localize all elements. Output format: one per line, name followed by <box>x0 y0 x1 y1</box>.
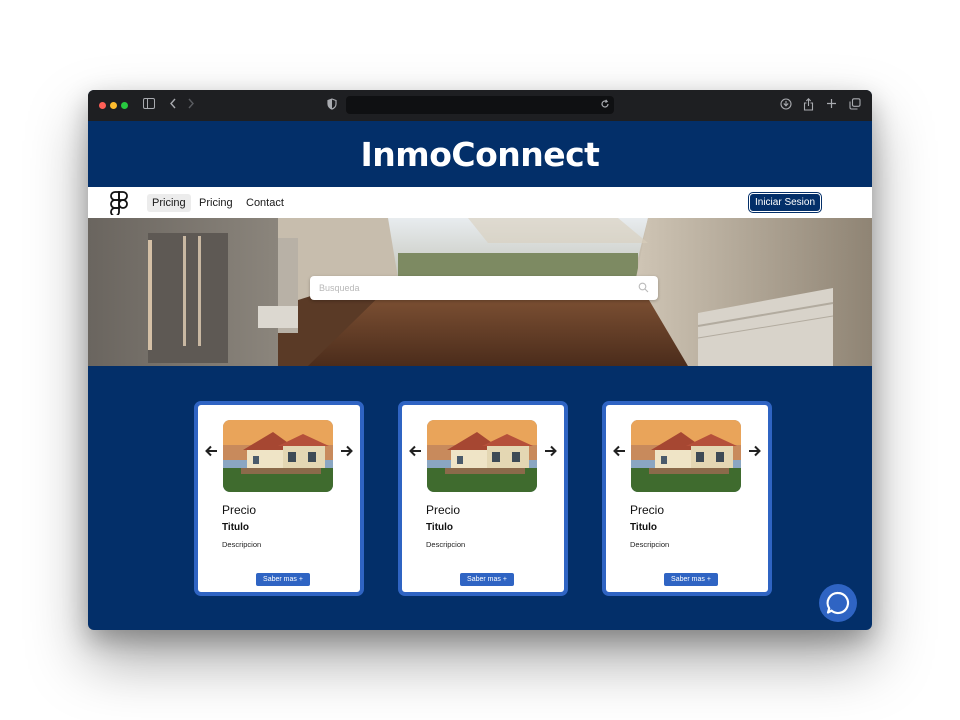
back-icon[interactable] <box>169 98 177 112</box>
next-image-arrow-icon[interactable] <box>340 445 353 457</box>
new-tab-icon[interactable] <box>826 98 837 112</box>
forward-icon[interactable] <box>187 98 195 112</box>
listing-card: Precio Titulo Descripcion Saber mas + <box>194 401 364 596</box>
search-input[interactable]: Busqueda <box>319 283 360 293</box>
brand-header: InmoConnect <box>88 121 872 187</box>
search-box[interactable]: Busqueda <box>310 276 658 300</box>
maximize-window-button[interactable] <box>121 102 128 109</box>
next-image-arrow-icon[interactable] <box>544 445 557 457</box>
browser-titlebar <box>88 90 872 121</box>
learn-more-button[interactable]: Saber mas + <box>256 573 310 586</box>
previous-image-arrow-icon[interactable] <box>613 445 626 457</box>
listing-description: Descripcion <box>426 540 466 549</box>
figma-logo-icon[interactable] <box>110 191 128 215</box>
login-button[interactable]: Iniciar Sesion <box>749 193 821 212</box>
tabs-icon[interactable] <box>849 98 861 113</box>
nav-item-pricing[interactable]: Pricing <box>147 194 191 212</box>
reload-icon[interactable] <box>600 98 610 112</box>
learn-more-button[interactable]: Saber mas + <box>664 573 718 586</box>
address-bar[interactable] <box>346 96 614 114</box>
listing-price: Precio <box>630 503 665 517</box>
listing-title: Titulo <box>426 522 454 533</box>
nav-item-contact[interactable]: Contact <box>241 194 289 212</box>
listing-price: Precio <box>222 503 257 517</box>
main-navbar: Pricing Pricing Contact Iniciar Sesion <box>88 187 872 218</box>
site-title: InmoConnect <box>360 134 600 174</box>
download-icon[interactable] <box>780 98 792 113</box>
listing-image[interactable] <box>631 420 741 492</box>
close-window-button[interactable] <box>99 102 106 109</box>
browser-window: InmoConnect Pricing Pricing Contact Inic… <box>88 90 872 630</box>
previous-image-arrow-icon[interactable] <box>409 445 422 457</box>
listing-image[interactable] <box>223 420 333 492</box>
listing-description: Descripcion <box>222 540 262 549</box>
listings-section: Precio Titulo Descripcion Saber mas + Pr… <box>88 366 872 630</box>
listing-description: Descripcion <box>630 540 670 549</box>
share-icon[interactable] <box>803 98 814 114</box>
next-image-arrow-icon[interactable] <box>748 445 761 457</box>
previous-image-arrow-icon[interactable] <box>205 445 218 457</box>
shield-icon <box>327 98 337 113</box>
chat-button[interactable] <box>819 584 857 622</box>
listing-image[interactable] <box>427 420 537 492</box>
minimize-window-button[interactable] <box>110 102 117 109</box>
nav-item-pricing-2[interactable]: Pricing <box>194 194 238 212</box>
hero-banner: Busqueda <box>88 218 872 366</box>
search-icon[interactable] <box>638 282 649 293</box>
listing-card: Precio Titulo Descripcion Saber mas + <box>398 401 568 596</box>
listing-title: Titulo <box>630 522 658 533</box>
learn-more-button[interactable]: Saber mas + <box>460 573 514 586</box>
sidebar-icon[interactable] <box>143 98 155 112</box>
listing-price: Precio <box>426 503 461 517</box>
chat-bubble-icon <box>826 591 850 615</box>
listing-title: Titulo <box>222 522 250 533</box>
listing-card: Precio Titulo Descripcion Saber mas + <box>602 401 772 596</box>
